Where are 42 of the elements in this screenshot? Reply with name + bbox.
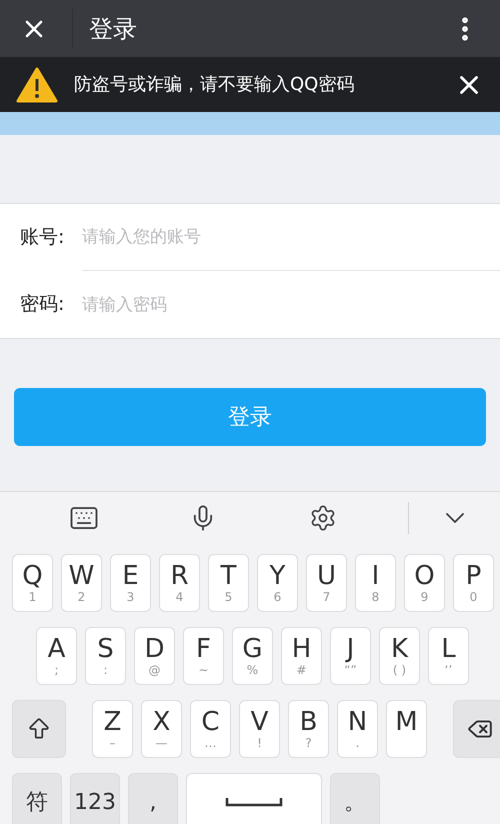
keyboard-key[interactable]: T 5 <box>208 554 249 612</box>
keyboard-key[interactable]: , <box>128 773 178 824</box>
keyboard-key[interactable]: 123 <box>70 773 120 824</box>
keyboard-key[interactable]: X — <box>141 700 182 758</box>
keyboard-key[interactable]: O 9 <box>404 554 445 612</box>
keyboard-key[interactable]: A ; <box>36 627 77 685</box>
keyboard-key[interactable]: Y 6 <box>257 554 298 612</box>
backspace-key[interactable] <box>453 700 500 758</box>
keyboard-key[interactable]: 符 <box>12 773 62 824</box>
keyboard-key[interactable]: W 2 <box>61 554 102 612</box>
keyboard-key[interactable]: B ? <box>288 700 329 758</box>
warning-text: 防盗号或诈骗，请不要输入QQ密码 <box>74 73 356 97</box>
keyboard-key[interactable]: C … <box>190 700 231 758</box>
shift-key[interactable] <box>12 700 66 758</box>
keyboard-key[interactable]: R 4 <box>159 554 200 612</box>
keyboard-key[interactable]: 。 <box>330 773 380 824</box>
input-field[interactable]: 请输入密码 <box>82 271 500 338</box>
keyboard-key[interactable]: Q 1 <box>12 554 53 612</box>
input-field[interactable]: 请输入您的账号 <box>82 204 500 271</box>
keyboard-key[interactable]: S : <box>85 627 126 685</box>
space-key[interactable] <box>186 773 322 824</box>
window-title: 登录 <box>89 14 138 44</box>
keyboard-key[interactable]: F ~ <box>183 627 224 685</box>
keyboard-key[interactable]: U 7 <box>306 554 347 612</box>
space-icon <box>225 796 283 808</box>
keyboard-key[interactable]: E 3 <box>110 554 151 612</box>
keyboard-key[interactable]: J “” <box>330 627 371 685</box>
field-label: 密码: <box>0 271 82 338</box>
keyboard-key[interactable]: P 0 <box>453 554 494 612</box>
warning-icon <box>16 66 58 102</box>
keyboard-key[interactable]: N . <box>337 700 378 758</box>
keyboard-key[interactable]: H # <box>281 627 322 685</box>
keyboard-key[interactable]: G % <box>232 627 273 685</box>
keyboard-key[interactable]: L ‘’ <box>428 627 469 685</box>
keyboard-key[interactable]: I 8 <box>355 554 396 612</box>
field-label: 账号: <box>0 204 82 271</box>
keyboard-key[interactable]: V ! <box>239 700 280 758</box>
keyboard-key[interactable]: K ( ) <box>379 627 420 685</box>
keyboard-key[interactable]: M <box>386 700 427 758</box>
keyboard-key[interactable]: D @ <box>134 627 175 685</box>
settings-icon[interactable] <box>309 504 337 532</box>
keyboard-key[interactable]: Z – <box>92 700 133 758</box>
